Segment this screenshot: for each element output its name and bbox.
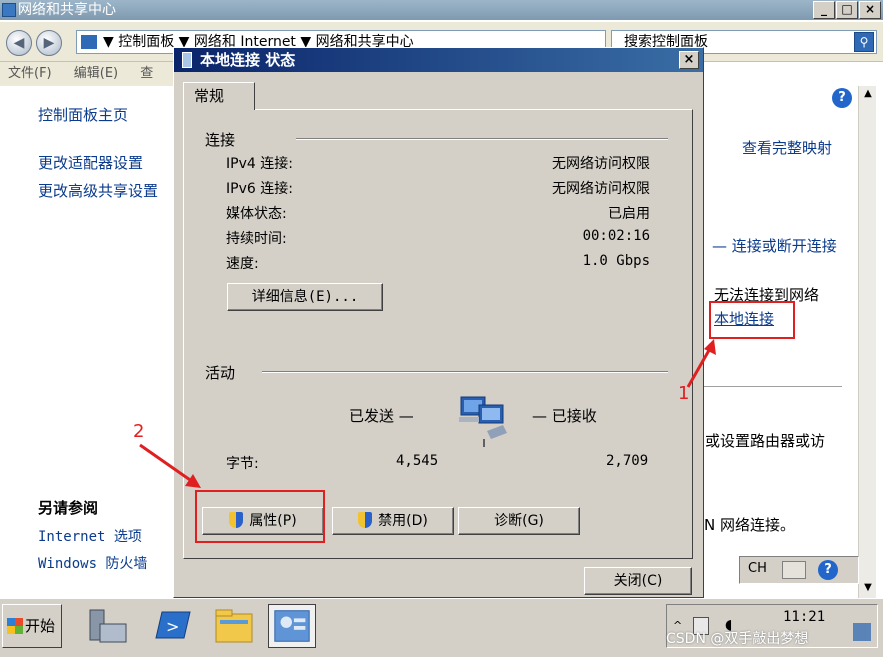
see-also-firewall[interactable]: Windows 防火墙 [38, 553, 147, 573]
network-center-icon [2, 3, 16, 17]
see-also-title: 另请参阅 [38, 499, 99, 517]
activity-group-label: 活动 [205, 364, 236, 382]
disable-button[interactable]: 禁用(D) [332, 507, 454, 535]
sent-label: 已发送 — [349, 407, 414, 425]
window-title: 网络和共享中心 [18, 2, 116, 18]
network-center-taskbar-icon[interactable] [268, 604, 316, 648]
annotation-arrow-2 [139, 443, 201, 488]
bytes-received-value: 2,709 [606, 453, 649, 469]
network-computers-icon [459, 396, 507, 447]
ipv6-label: IPv6 连接: [226, 181, 293, 197]
forward-button[interactable]: ▶ [36, 30, 62, 56]
menu-file[interactable]: 文件(F) [8, 66, 52, 81]
help-icon[interactable]: ? [832, 88, 852, 108]
menu-bar: 文件(F) 编辑(E) 查 [0, 62, 175, 86]
window-close-button[interactable]: × [859, 1, 881, 19]
menu-edit[interactable]: 编辑(E) [74, 66, 118, 81]
sidebar-link-sharing[interactable]: 更改高级共享设置 [38, 180, 158, 201]
file-explorer-icon[interactable] [210, 604, 258, 648]
media-state-value: 已启用 [608, 206, 650, 222]
ipv4-label: IPv4 连接: [226, 156, 293, 172]
connection-group-label: 连接 [205, 131, 236, 149]
see-also-internet-options[interactable]: Internet 选项 [38, 526, 142, 546]
annotation-box-local-connection [709, 301, 795, 339]
back-button[interactable]: ◀ [6, 30, 32, 56]
window-titlebar[interactable]: 网络和共享中心 _ □ × [0, 0, 883, 20]
activity-group-divider [262, 371, 668, 373]
clock-time[interactable]: 11:21 [783, 609, 825, 625]
connection-group-divider [296, 138, 668, 140]
language-bar: CH ? [739, 556, 859, 584]
dialog-title: 本地连接 状态 [200, 51, 296, 69]
powershell-icon[interactable]: > [148, 604, 196, 648]
close-button[interactable]: 关闭(C) [584, 567, 692, 595]
scroll-up-icon[interactable]: ▲ [861, 88, 875, 102]
media-state-label: 媒体状态: [226, 206, 287, 222]
control-panel-icon [81, 35, 97, 49]
start-button[interactable]: 开始 [2, 604, 62, 648]
section-divider [704, 386, 842, 387]
bytes-label: 字节: [226, 456, 259, 472]
annotation-box-properties [195, 490, 325, 543]
vertical-scrollbar[interactable]: ▲ ▼ [858, 86, 876, 598]
connect-disconnect-link[interactable]: — 连接或断开连接 [712, 235, 837, 256]
watermark: CSDN @双手敲出梦想 [666, 631, 809, 647]
search-icon[interactable]: ⚲ [854, 32, 874, 52]
tab-general[interactable]: 常规 [183, 82, 255, 110]
show-desktop-icon[interactable] [853, 623, 871, 641]
ipv6-value: 无网络访问权限 [552, 181, 650, 197]
duration-value: 00:02:16 [582, 228, 650, 244]
disable-button-label: 禁用(D) [378, 513, 428, 529]
language-help-icon[interactable]: ? [818, 560, 838, 580]
dialog-close-button[interactable]: × [679, 51, 699, 69]
svg-text:>: > [166, 617, 179, 636]
ipv4-value: 无网络访问权限 [552, 156, 650, 172]
annotation-number-2: 2 [133, 421, 145, 442]
diagnose-button[interactable]: 诊断(G) [458, 507, 580, 535]
router-setup-text: 或设置路由器或访 [705, 432, 826, 450]
minimize-button[interactable]: _ [813, 1, 835, 19]
speed-label: 速度: [226, 256, 259, 272]
annotation-number-1: 1 [678, 383, 690, 404]
duration-label: 持续时间: [226, 231, 287, 247]
received-label: — 已接收 [532, 407, 597, 425]
sidebar-link-adapter[interactable]: 更改适配器设置 [38, 152, 143, 173]
server-manager-icon[interactable] [84, 604, 132, 648]
network-connections-text: N 网络连接。 [704, 516, 795, 534]
keyboard-icon[interactable] [782, 561, 806, 579]
dialog-titlebar[interactable]: 本地连接 状态 × [174, 48, 703, 72]
language-indicator[interactable]: CH [748, 561, 767, 576]
speed-value: 1.0 Gbps [582, 253, 650, 269]
details-button[interactable]: 详细信息(E)... [227, 283, 383, 311]
view-full-map-link[interactable]: 查看完整映射 [742, 137, 832, 158]
sidebar-link-home[interactable]: 控制面板主页 [38, 104, 128, 125]
scroll-down-icon[interactable]: ▼ [861, 582, 875, 596]
connection-icon [182, 52, 192, 68]
windows-logo-icon [7, 618, 23, 634]
maximize-button[interactable]: □ [836, 1, 858, 19]
menu-view[interactable]: 查 [140, 66, 153, 81]
bytes-sent-value: 4,545 [396, 453, 439, 469]
start-label: 开始 [25, 617, 56, 635]
uac-shield-icon [358, 512, 373, 528]
